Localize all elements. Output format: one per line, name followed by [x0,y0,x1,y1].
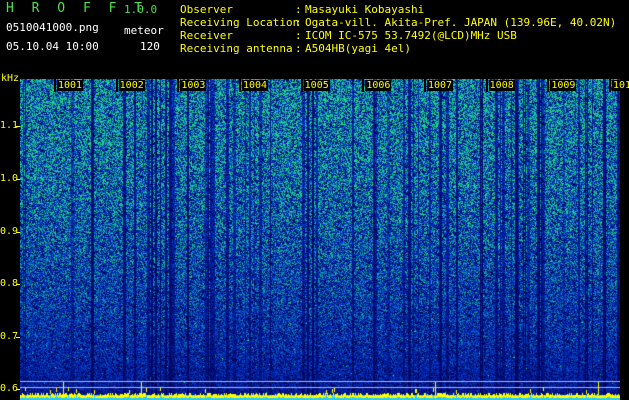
antenna-label: Receiving antenna [180,42,293,55]
observer-value: Masayuki Kobayashi [305,3,425,16]
receiver-value: ICOM IC-575 53.7492(@LCD)MHz USB [305,29,517,42]
frequency-unit-label: kHz [1,73,20,84]
location-value: Ogata-vill. Akita-Pref. JAPAN (139.96E, … [305,16,617,29]
antenna-value: A504HB(yagi 4el) [305,42,411,55]
spectrogram-plot: 1001 1002 1003 1004 1005 1006 1007 1008 … [20,79,629,400]
count-value: 120 [140,40,160,53]
timestamp: 05.10.04 10:00 [6,40,99,53]
frequency-axis: kHz 1.1 1.0 0.9 0.8 0.7 0.6 [0,72,20,400]
location-label: Receiving Location [180,16,300,29]
colon-separator: : [295,42,302,55]
spectrogram-canvas [20,79,620,400]
colon-separator: : [295,29,302,42]
observer-label: Observer [180,3,233,16]
mode-label: meteor [124,24,164,37]
colon-separator: : [295,3,302,16]
receiver-label: Receiver [180,29,233,42]
colon-separator: : [295,16,302,29]
file-name: 0510041000.png [6,21,99,34]
app-version: 1.0.0 [124,3,158,16]
